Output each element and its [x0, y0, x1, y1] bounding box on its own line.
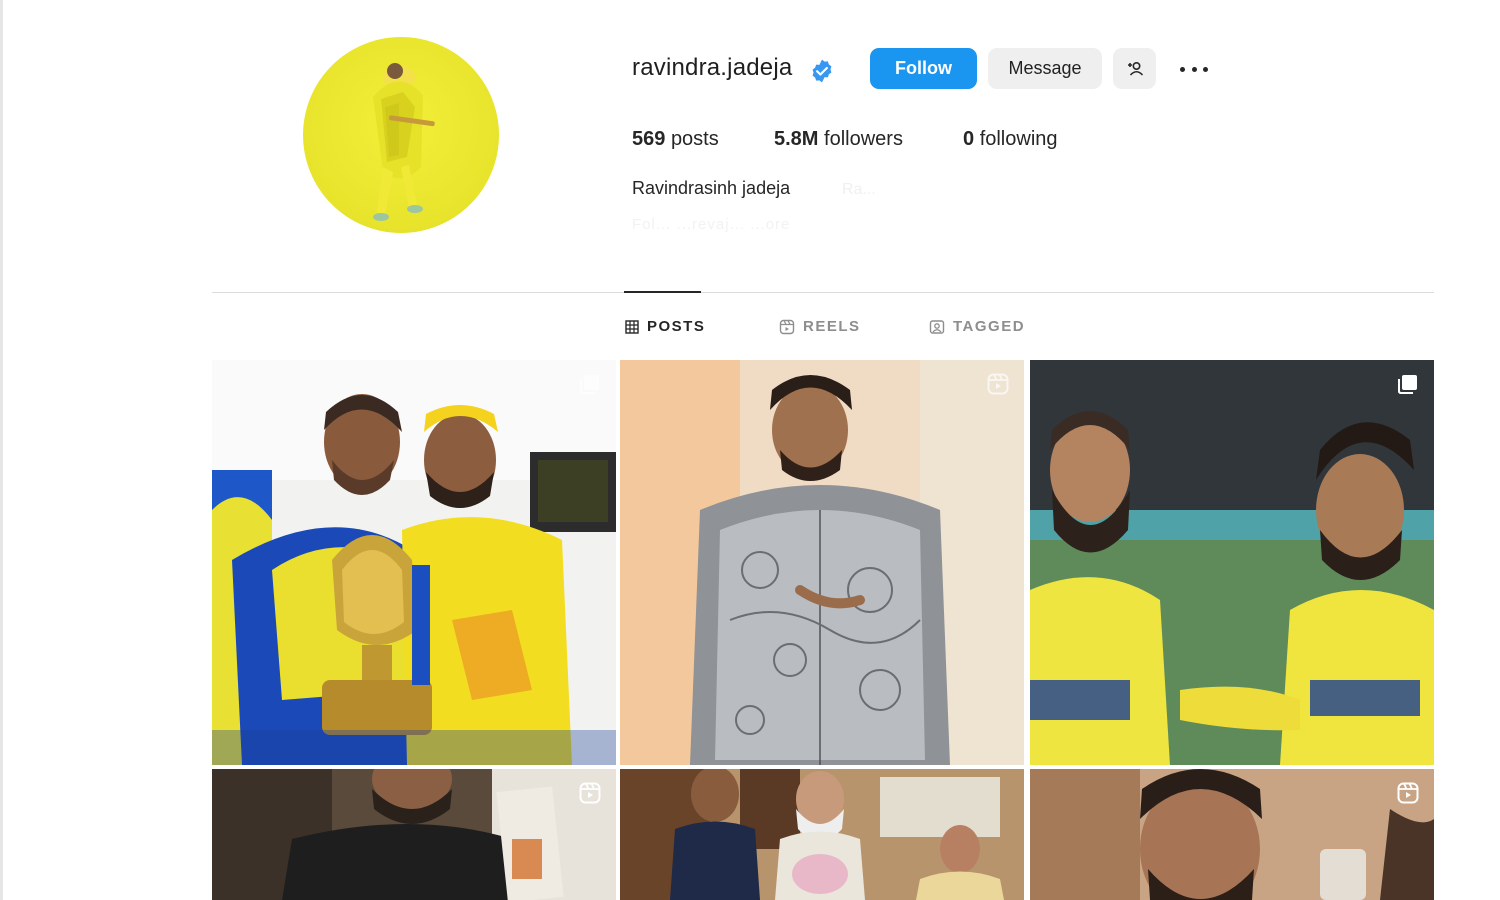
post-tile-5[interactable] [620, 769, 1024, 900]
verified-badge-icon [812, 59, 832, 83]
post-image-portrait [1030, 769, 1434, 900]
dot-icon [1191, 66, 1197, 72]
posts-count-stat: 569 posts [632, 128, 719, 151]
followers-label: followers [824, 128, 903, 150]
reels-icon [779, 319, 795, 334]
tab-reels-label: REELS [803, 318, 861, 335]
profile-username: ravindra.jadeja [632, 54, 793, 81]
post-tile-3[interactable] [1030, 360, 1434, 765]
tabs-divider [212, 292, 1434, 293]
follow-button[interactable]: Follow [870, 48, 977, 89]
post-tile-4[interactable] [212, 769, 616, 900]
more-options-button[interactable] [1176, 56, 1212, 82]
dot-icon [1203, 66, 1208, 72]
following-label: following [979, 128, 1058, 150]
post-image-black-tshirt [212, 769, 616, 900]
carousel-icon [580, 375, 599, 394]
tab-posts[interactable]: POSTS [625, 318, 705, 335]
active-tab-indicator [624, 291, 701, 293]
tab-posts-label: POSTS [647, 318, 706, 335]
profile-avatar[interactable] [303, 37, 499, 233]
post-image-patterned-shirt [620, 360, 1024, 765]
reels-icon [987, 373, 1009, 395]
posts-count: 569 [632, 128, 666, 150]
reels-icon [579, 782, 601, 804]
following-count: 0 [963, 128, 975, 150]
tagged-icon [929, 319, 945, 334]
tab-reels[interactable]: REELS [779, 318, 861, 335]
profile-full-name: Ravindrasinh jadeja [632, 178, 791, 198]
post-image-group-photo [620, 769, 1024, 900]
following-stat[interactable]: 0 following [963, 128, 1058, 151]
post-image-cricket-field [1030, 360, 1434, 765]
window-left-border [0, 0, 3, 900]
post-tile-6[interactable] [1030, 769, 1434, 900]
add-person-icon [1127, 61, 1143, 76]
post-tile-2[interactable] [620, 360, 1024, 765]
faded-bio-text: Ra... [842, 181, 876, 198]
message-button[interactable]: Message [988, 48, 1102, 89]
dot-icon [1180, 66, 1185, 72]
reels-icon [1397, 782, 1419, 804]
avatar-illustration [373, 63, 435, 221]
tab-tagged-label: TAGGED [953, 318, 1026, 335]
followers-count: 5.8M [774, 128, 819, 150]
followers-stat[interactable]: 5.8M followers [774, 128, 903, 151]
posts-label: posts [670, 128, 719, 150]
grid-icon [625, 319, 639, 334]
post-image-trophy [212, 360, 616, 765]
faded-followed-by-text: Fol... ...revaj... ...ore [632, 216, 791, 233]
tab-tagged[interactable]: TAGGED [929, 318, 1025, 335]
carousel-icon [1398, 375, 1417, 394]
post-tile-1[interactable] [212, 360, 616, 765]
suggested-users-button[interactable] [1113, 48, 1156, 89]
